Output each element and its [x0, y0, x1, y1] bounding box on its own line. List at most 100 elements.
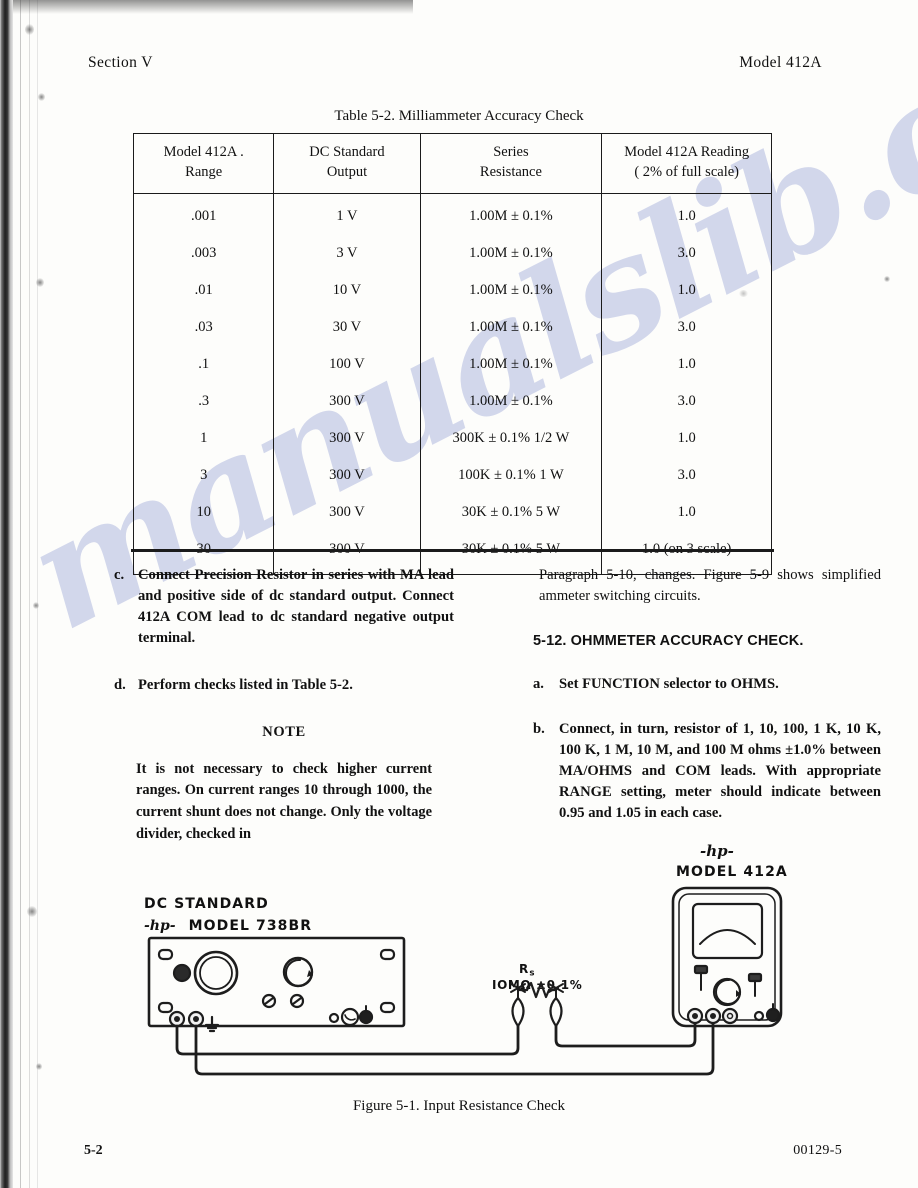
table-row: .03 30 V 1.00M ± 0.1% 3.0 — [132, 309, 772, 347]
table-row: .003 3 V 1.00M ± 0.1% 3.0 — [132, 235, 772, 273]
table-header-output: DC Standard Output — [273, 132, 421, 195]
table-row: .001 1 V 1.00M ± 0.1% 1.0 — [132, 193, 772, 236]
scan-speck — [33, 602, 39, 609]
terminal-core — [193, 1016, 199, 1022]
table-caption: Table 5-2. Milliammeter Accuracy Check — [334, 108, 584, 124]
power-switch — [358, 1009, 374, 1025]
cell-reading: 3.0 — [601, 383, 772, 421]
cable-resistor-to-meter-ma — [554, 1022, 697, 1048]
function-switch-cap — [693, 964, 709, 975]
left-text-column: c. Connect Precision Resistor in series … — [114, 565, 454, 845]
cell-resistance: 1.00M ± 0.1% — [419, 272, 603, 310]
cell-resistance: 100K ± 0.1% 1 W — [419, 457, 603, 495]
meter-indicator — [753, 1010, 765, 1022]
cell-output: 300 V — [273, 494, 421, 532]
small-knob — [340, 1007, 360, 1027]
cell-resistance: 1.00M ± 0.1% — [419, 383, 603, 421]
cell-resistance: 1.00M ± 0.1% — [419, 235, 603, 273]
running-head-section: Section V — [88, 54, 153, 71]
item-text: Set FUNCTION selector to OHMS. — [559, 675, 779, 692]
cell-range: .003 — [132, 235, 275, 273]
scan-speck — [36, 278, 44, 287]
scan-speck — [884, 276, 890, 282]
resistor-zigzag — [525, 981, 551, 999]
rack-slot — [157, 1001, 174, 1014]
cell-reading: 1.0 — [601, 272, 772, 310]
cell-reading: 1.0 — [601, 193, 772, 236]
cell-output: 10 V — [273, 272, 421, 310]
equipment-connection-diagram — [147, 886, 783, 1076]
cell-reading: 3.0 — [601, 235, 772, 273]
item-marker: b. — [533, 720, 545, 737]
header-line-2: Output — [326, 163, 368, 180]
procedure-item-a: a. Set FUNCTION selector to OHMS. — [533, 674, 881, 695]
rack-slot — [157, 948, 174, 961]
table-row: .01 10 V 1.00M ± 0.1% 1.0 — [132, 272, 772, 310]
table-row: .3 300 V 1.00M ± 0.1% 3.0 — [132, 383, 772, 421]
section-heading-ohmmeter-accuracy-check: 5-12. OHMMETER ACCURACY CHECK. — [533, 633, 804, 649]
small-knob-mark — [344, 1014, 356, 1021]
item-marker: a. — [533, 675, 544, 692]
table-row: 1 300 V 300K ± 0.1% 1/2 W 1.0 — [132, 420, 772, 458]
cell-output: 300 V — [273, 383, 421, 421]
figure-input-resistance-check: DC STANDARD -hp- MODEL 738BR -hp- MODEL … — [0, 820, 918, 1080]
cell-range: .001 — [132, 193, 275, 236]
cell-reading: 1.0 — [601, 420, 772, 458]
small-indicator — [328, 1012, 340, 1024]
table-header-resistance: Series Resistance — [419, 132, 603, 195]
scan-speck — [25, 24, 34, 35]
main-dial-inner — [199, 956, 233, 990]
cell-resistance: 300K ± 0.1% 1/2 W — [419, 420, 603, 458]
cell-output: 3 V — [273, 235, 421, 273]
rack-slot — [379, 1001, 396, 1014]
table-bottom-rule — [131, 549, 774, 552]
indicator-lamp — [172, 963, 192, 983]
milliammeter-accuracy-table: Model 412A . Range DC Standard Output Se… — [132, 132, 772, 576]
figure-caption: Figure 5-1. Input Resistance Check — [352, 1098, 566, 1114]
table-header-row: Model 412A . Range DC Standard Output Se… — [132, 132, 772, 195]
table-header-reading: Model 412A Reading ( 2% of full scale) — [601, 132, 772, 195]
cable-negative-to-meter-com — [194, 1022, 715, 1076]
header-line-1: DC Standard — [309, 144, 385, 160]
item-text: Connect Precision Resistor in series wit… — [138, 567, 454, 646]
terminal-core — [710, 1013, 716, 1019]
cell-output: 300 V — [273, 457, 421, 495]
probe-tip-right — [549, 996, 563, 1028]
main-dial-outer — [193, 950, 239, 996]
table-body: .001 1 V 1.00M ± 0.1% 1.0 .003 3 V 1.00M… — [132, 193, 772, 575]
header-line-1: Model 412A Reading — [624, 144, 750, 160]
scan-speck — [38, 93, 45, 101]
cell-range: .3 — [132, 383, 275, 421]
cell-range: .01 — [132, 272, 275, 310]
page-number: 5-2 — [84, 1143, 103, 1158]
header-line-2: Resistance — [479, 163, 542, 180]
zero-switch-cap — [747, 972, 763, 983]
meter-terminal-gnd — [721, 1007, 739, 1025]
table-row: .1 100 V 1.00M ± 0.1% 1.0 — [132, 346, 772, 384]
cell-output: 300 V — [273, 420, 421, 458]
document-code: 00129-5 — [793, 1143, 842, 1158]
scanned-manual-page: manualslib.com Section V Model 412A Tabl… — [0, 0, 918, 1188]
cell-range: .1 — [132, 346, 275, 384]
scan-top-smudge — [13, 0, 413, 14]
cable-positive-to-resistor — [175, 1024, 520, 1056]
screw-slot — [263, 996, 275, 1006]
probe-tip-left — [511, 996, 525, 1028]
header-line-2: Range — [185, 163, 223, 180]
meter-power-switch — [765, 1007, 781, 1023]
cell-resistance: 1.00M ± 0.1% — [419, 309, 603, 347]
table-row: 3 300 V 100K ± 0.1% 1 W 3.0 — [132, 457, 772, 495]
item-marker: c. — [114, 567, 125, 583]
header-line-1: Model 412A . — [163, 144, 244, 160]
cell-resistance: 30K ± 0.1% 5 W — [419, 494, 603, 532]
item-text: Perform checks listed in Table 5-2. — [138, 677, 353, 693]
cell-range: 10 — [132, 494, 275, 532]
cell-reading: 3.0 — [601, 309, 772, 347]
header-line-2: ( 2% of full scale) — [634, 163, 739, 180]
table-header-range: Model 412A . Range — [132, 132, 275, 195]
cell-reading: 1.0 — [601, 494, 772, 532]
meter-scale-arc — [699, 929, 756, 945]
continued-paragraph: Paragraph 5-10, changes. Figure 5-9 show… — [539, 567, 881, 604]
running-head-model: Model 412A — [739, 54, 822, 71]
procedure-item-b: b. Connect, in turn, resistor of 1, 10, … — [533, 719, 881, 824]
